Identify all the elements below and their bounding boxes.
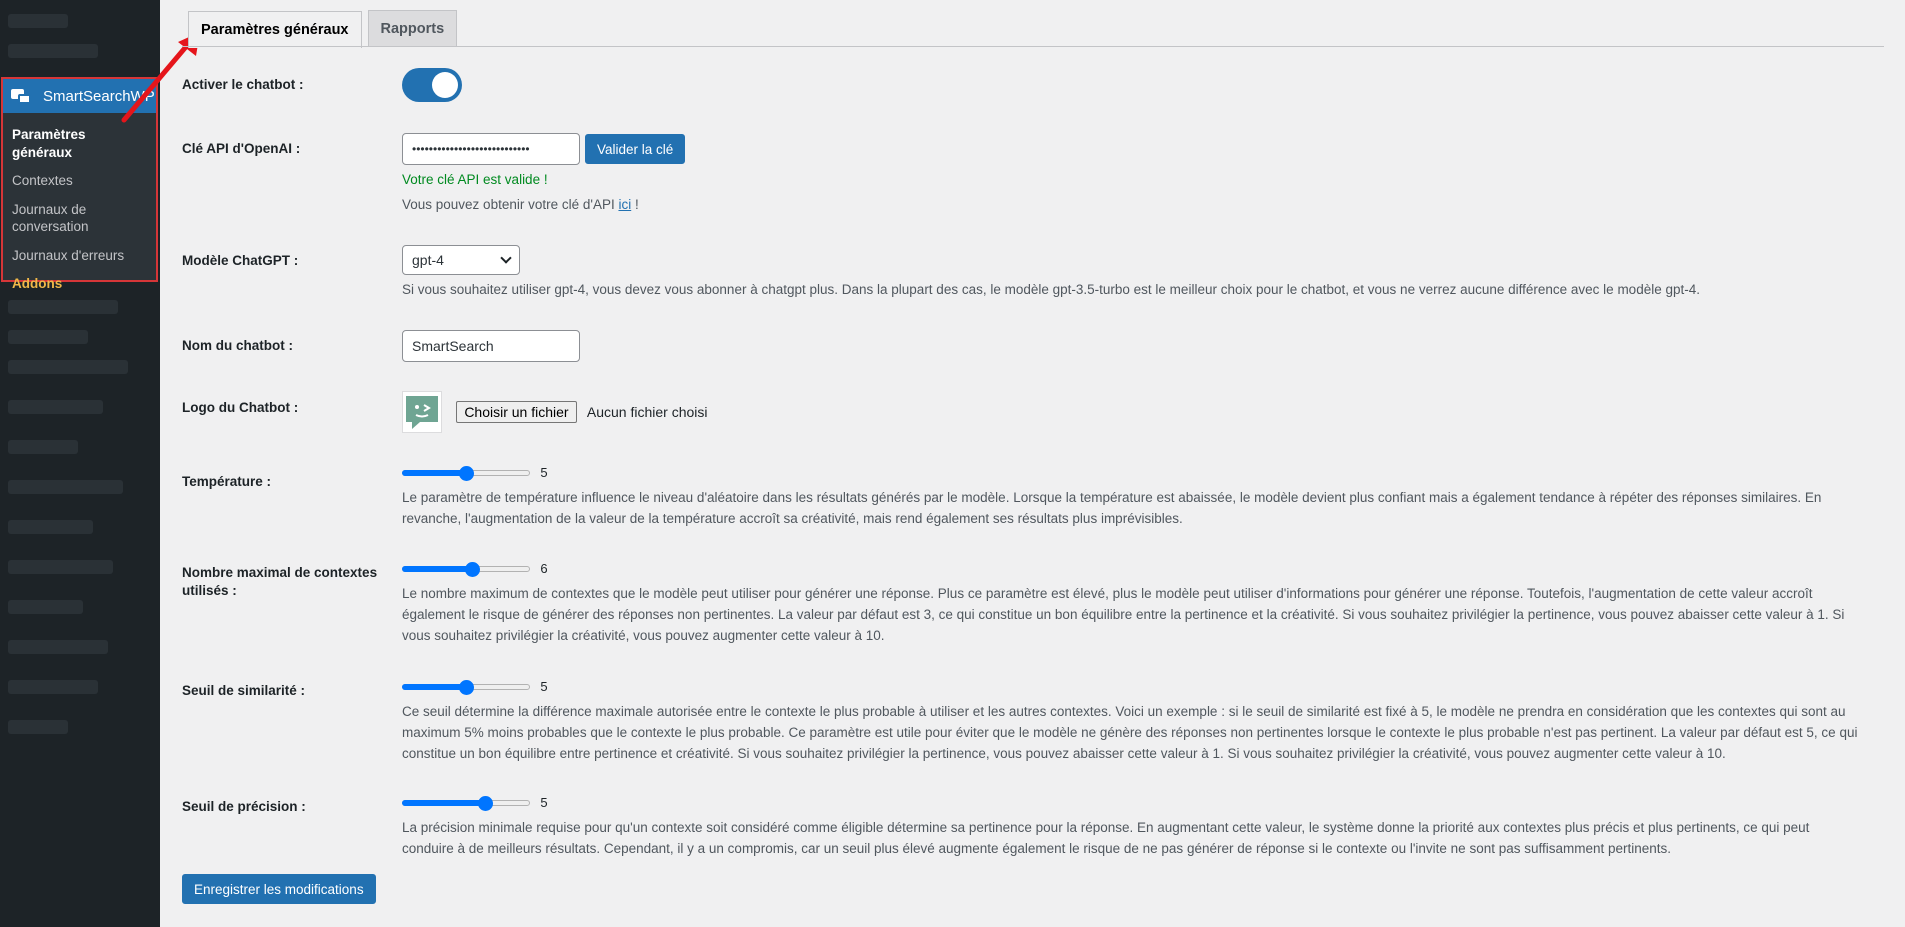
- similarity-value: 5: [540, 679, 548, 695]
- sidebar-blurred-item: [8, 330, 88, 344]
- sidebar-blurred-item: [8, 300, 118, 314]
- toggle-knob: [432, 72, 458, 98]
- model-label: Modèle ChatGPT :: [182, 253, 299, 268]
- chevron-down-icon: [500, 252, 512, 264]
- temperature-value: 5: [540, 465, 548, 481]
- similarity-slider[interactable]: [402, 679, 530, 695]
- slider-thumb[interactable]: [478, 795, 494, 811]
- validate-key-button[interactable]: Valider la clé: [585, 134, 686, 164]
- sidebar-blurred-item: [8, 14, 68, 28]
- sidebar-blurred-item: [8, 440, 78, 454]
- similarity-description: Ce seuil détermine la différence maximal…: [402, 704, 1858, 761]
- api-key-valid-message: Votre clé API est valide !: [402, 172, 548, 187]
- similarity-label: Seuil de similarité :: [182, 683, 306, 698]
- sidebar-blurred-item: [8, 520, 93, 534]
- sidebar-item-addons[interactable]: Addons: [3, 270, 156, 299]
- save-changes-button[interactable]: Enregistrer les modifications: [182, 874, 376, 904]
- settings-page: Paramètres généraux Rapports Activer le …: [182, 0, 1884, 927]
- chatbot-name-label: Nom du chatbot :: [182, 338, 293, 353]
- chatbot-logo-icon: [406, 396, 438, 429]
- precision-value: 5: [540, 795, 548, 811]
- tab-bar: Paramètres généraux Rapports: [188, 10, 458, 48]
- plugin-submenu: Paramètres généraux Contextes Journaux d…: [3, 113, 156, 299]
- sidebar-blurred-item: [8, 560, 113, 574]
- activate-label: Activer le chatbot :: [182, 77, 304, 92]
- sidebar-item-contexts[interactable]: Contextes: [3, 167, 156, 196]
- max-contexts-slider[interactable]: [402, 561, 530, 577]
- chat-bubbles-icon: [11, 87, 33, 105]
- file-status: Aucun fichier choisi: [586, 404, 708, 420]
- slider-thumb[interactable]: [465, 561, 481, 577]
- admin-sidebar: SmartSearchWP Paramètres généraux Contex…: [0, 0, 160, 927]
- api-key-input[interactable]: ••••••••••••••••••••••••••••: [402, 133, 580, 165]
- chatbot-logo-preview: [402, 391, 442, 433]
- logo-label: Logo du Chatbot :: [182, 400, 299, 415]
- max-contexts-label: Nombre maximal de contextes utilisés :: [182, 565, 378, 599]
- sidebar-blurred-item: [8, 600, 83, 614]
- slider-thumb[interactable]: [459, 679, 474, 695]
- sidebar-blurred-item: [8, 480, 123, 494]
- choose-file-button[interactable]: Choisir un fichier: [456, 401, 577, 423]
- activate-toggle[interactable]: [402, 68, 462, 102]
- precision-label: Seuil de précision :: [182, 799, 306, 814]
- slider-thumb[interactable]: [459, 465, 474, 481]
- tab-divider: [182, 46, 1884, 47]
- temperature-label: Température :: [182, 474, 272, 489]
- model-select[interactable]: gpt-4: [402, 245, 520, 275]
- max-contexts-description: Le nombre maximum de contextes que le mo…: [402, 586, 1845, 643]
- sidebar-blurred-item: [8, 720, 68, 734]
- chatbot-name-input[interactable]: SmartSearch: [402, 330, 580, 362]
- sidebar-blurred-item: [8, 360, 128, 374]
- tab-general-settings[interactable]: Paramètres généraux: [188, 11, 362, 48]
- model-selected-value: gpt-4: [412, 252, 444, 268]
- api-key-info-prefix: Vous pouvez obtenir votre clé d'API: [402, 197, 619, 212]
- sidebar-item-conversation-logs[interactable]: Journaux de conversation: [3, 196, 156, 242]
- max-contexts-value: 6: [540, 561, 548, 577]
- tab-reports[interactable]: Rapports: [367, 10, 458, 47]
- sidebar-item-error-logs[interactable]: Journaux d'erreurs: [3, 242, 156, 271]
- precision-slider[interactable]: [402, 795, 530, 811]
- api-key-label: Clé API d'OpenAI :: [182, 141, 301, 156]
- sidebar-blurred-item: [8, 400, 103, 414]
- api-key-info: Vous pouvez obtenir votre clé d'API ici …: [402, 197, 639, 212]
- sidebar-blurred-item: [8, 680, 98, 694]
- sidebar-blurred-item: [8, 640, 108, 654]
- api-key-link[interactable]: ici: [618, 197, 631, 212]
- temperature-description: Le paramètre de température influence le…: [402, 490, 1822, 526]
- api-key-info-suffix: !: [631, 197, 639, 212]
- sidebar-blurred-item: [8, 44, 98, 58]
- precision-description: La précision minimale requise pour qu'un…: [402, 820, 1810, 856]
- temperature-slider[interactable]: [402, 465, 530, 481]
- model-description: Si vous souhaitez utiliser gpt-4, vous d…: [402, 282, 1700, 297]
